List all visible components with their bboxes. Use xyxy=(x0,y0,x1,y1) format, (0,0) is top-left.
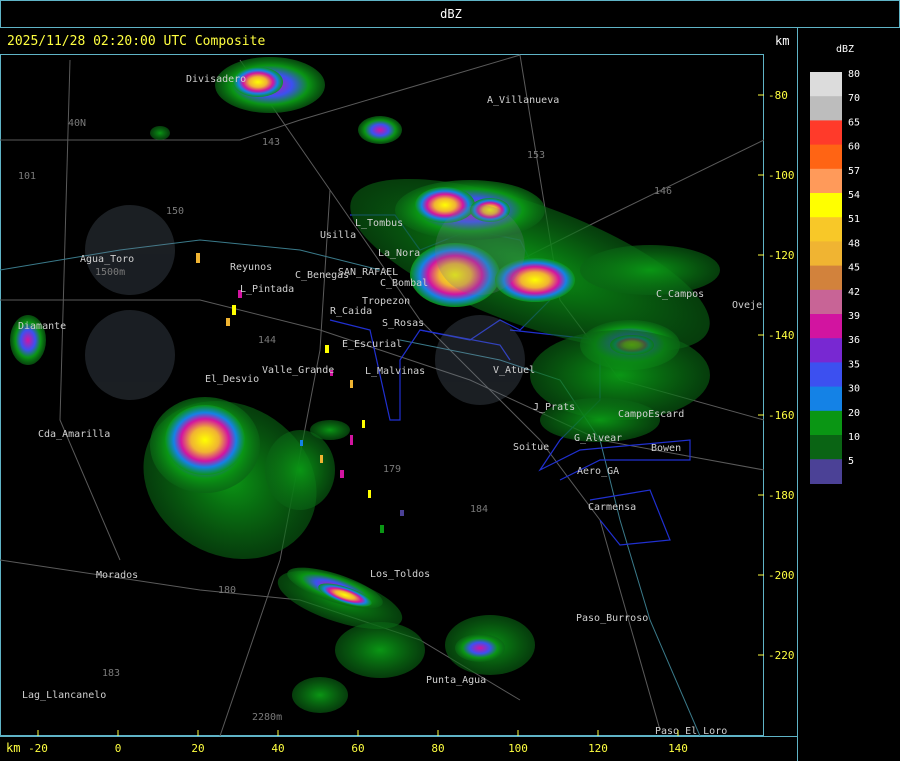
legend-value: 48 xyxy=(848,238,860,249)
x-tick-label: 120 xyxy=(588,742,608,755)
legend-swatch xyxy=(810,386,842,412)
legend-value: 5 xyxy=(848,456,854,467)
x-axis: -20 0 20 40 60 80 100 120 140 xyxy=(28,730,688,755)
y-tick-label: -140 xyxy=(768,329,795,342)
legend-swatch xyxy=(810,96,842,122)
legend-swatch xyxy=(810,459,842,484)
x-tick-label: 60 xyxy=(351,742,364,755)
x-tick-label: 140 xyxy=(668,742,688,755)
legend-value: 70 xyxy=(848,93,860,104)
legend-swatch xyxy=(810,72,842,97)
axes: -20 0 20 40 60 80 100 120 140 -80-100-120-140-16… xyxy=(28,89,795,755)
legend-value: 30 xyxy=(848,384,860,395)
legend-value: 10 xyxy=(848,432,860,443)
legend-swatch xyxy=(810,193,842,218)
x-tick-label: 80 xyxy=(431,742,444,755)
legend-value: 54 xyxy=(848,190,860,201)
legend-swatch xyxy=(810,435,842,460)
legend-swatch xyxy=(810,144,842,170)
legend-swatch xyxy=(810,168,842,194)
x-tick-label: 0 xyxy=(115,742,122,755)
legend-value: 20 xyxy=(848,408,860,419)
legend-swatch xyxy=(810,289,842,315)
legend-swatch xyxy=(810,314,842,339)
legend-swatch xyxy=(810,410,842,436)
dbz-legend: 80 70 65 60 57 54 51 48 45 42 39 36 35 30 20 10 5 xyxy=(810,69,860,484)
legend-value: 80 xyxy=(848,69,860,80)
legend-value: 39 xyxy=(848,311,860,322)
y-tick-label: -160 xyxy=(768,409,795,422)
legend-title: dBZ xyxy=(836,44,855,55)
x-tick-label: 20 xyxy=(191,742,204,755)
legend-value: 35 xyxy=(848,359,860,370)
y-tick-label: -220 xyxy=(768,649,795,662)
y-tick-label: -100 xyxy=(768,169,795,182)
y-tick-label: -180 xyxy=(768,489,795,502)
legend-swatch xyxy=(810,241,842,267)
y-axis: -80 -100 -120 -140 -160 -180 -200 -220 xyxy=(758,89,795,662)
legend-swatch xyxy=(810,217,842,243)
x-tick-label: -20 xyxy=(28,742,48,755)
y-tick-label: -120 xyxy=(768,249,795,262)
legend-value: 57 xyxy=(848,166,860,177)
legend-value: 36 xyxy=(848,335,860,346)
x-tick-label: 100 xyxy=(508,742,528,755)
legend-value: 42 xyxy=(848,287,860,298)
legend-value: 65 xyxy=(848,117,860,128)
legend-value: 60 xyxy=(848,142,860,153)
legend-swatch xyxy=(810,120,842,146)
y-tick-label: -80 xyxy=(768,89,788,102)
legend-value: 51 xyxy=(848,214,860,225)
x-tick-label: 40 xyxy=(271,742,284,755)
y-tick-label: -200 xyxy=(768,569,795,582)
legend-swatch xyxy=(810,338,842,364)
legend-swatch xyxy=(810,362,842,388)
legend-value: 45 xyxy=(848,263,860,274)
legend-swatch xyxy=(810,265,842,291)
